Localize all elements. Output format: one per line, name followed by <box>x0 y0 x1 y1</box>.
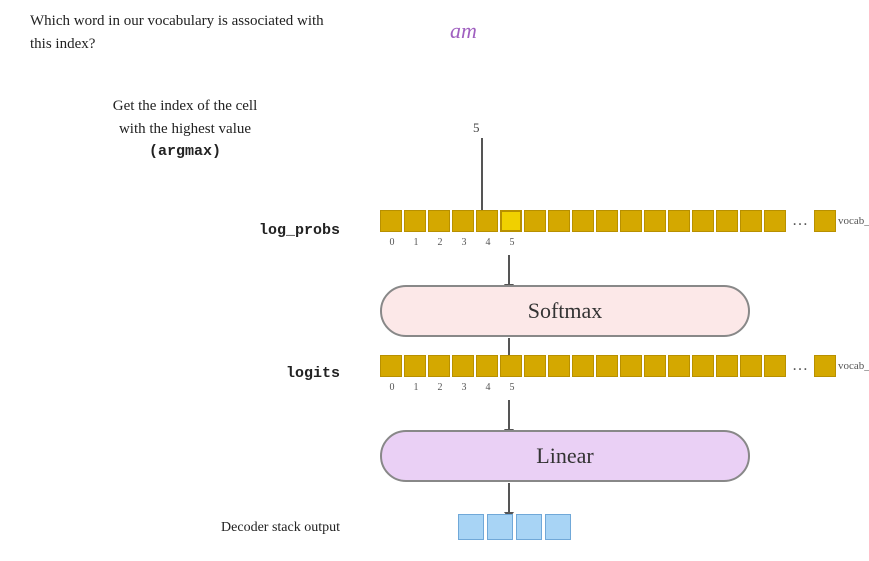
logit-idx-4: 4 <box>476 382 500 393</box>
argmax-keyword: (argmax) <box>149 143 221 160</box>
arrow-linear-to-decoder <box>508 483 510 513</box>
logit-idx-0: 0 <box>380 382 404 393</box>
cell-10 <box>620 210 642 232</box>
idx-3: 3 <box>452 237 476 248</box>
word-output: am <box>450 18 477 44</box>
arrow-logprobs-to-softmax <box>508 255 510 285</box>
diagram: am 5 … vo <box>350 0 869 561</box>
cell-7 <box>548 210 570 232</box>
softmax-label: Softmax <box>528 298 603 324</box>
logit-8 <box>572 355 594 377</box>
logit-9 <box>596 355 618 377</box>
logit-idx-3: 3 <box>452 382 476 393</box>
vocab-size-label-bot: vocab_size <box>838 360 869 372</box>
cell-16 <box>764 210 786 232</box>
cell-2 <box>428 210 450 232</box>
logit-12 <box>668 355 690 377</box>
logit-13 <box>692 355 714 377</box>
decoder-cell-0 <box>458 514 484 540</box>
cell-11 <box>644 210 666 232</box>
question-text: Which word in our vocabulary is associat… <box>30 10 340 55</box>
decoder-stack-label: Decoder stack output <box>30 520 340 536</box>
logit-16 <box>764 355 786 377</box>
decoder-cell-2 <box>516 514 542 540</box>
decoder-output-cells <box>458 514 571 540</box>
logit-2 <box>428 355 450 377</box>
index-number: 5 <box>473 120 480 136</box>
cell-3 <box>452 210 474 232</box>
decoder-cell-1 <box>487 514 513 540</box>
idx-5: 5 <box>500 237 524 248</box>
cell-12 <box>668 210 690 232</box>
cell-8 <box>572 210 594 232</box>
cell-9 <box>596 210 618 232</box>
linear-layer: Linear <box>380 430 750 482</box>
logit-7 <box>548 355 570 377</box>
logit-14 <box>716 355 738 377</box>
idx-0: 0 <box>380 237 404 248</box>
cell-14 <box>716 210 738 232</box>
argmax-line1: Get the index of the cell <box>113 98 258 114</box>
logits-label: logits <box>30 365 340 382</box>
left-column: Which word in our vocabulary is associat… <box>20 0 350 561</box>
cell-13 <box>692 210 714 232</box>
page: Which word in our vocabulary is associat… <box>0 0 869 561</box>
logit-0 <box>380 355 402 377</box>
logit-6 <box>524 355 546 377</box>
cell-5-highlight <box>500 210 522 232</box>
ellipsis-bot: … <box>792 357 808 375</box>
index-labels-bot: 0 1 2 3 4 5 <box>380 382 524 393</box>
argmax-description: Get the index of the cell with the highe… <box>30 95 340 164</box>
arrow-index-to-logprobs <box>481 138 483 214</box>
logits-cells: … vocab_size <box>380 355 869 377</box>
logit-15 <box>740 355 762 377</box>
cell-1 <box>404 210 426 232</box>
logit-4 <box>476 355 498 377</box>
logit-1 <box>404 355 426 377</box>
ellipsis-top: … <box>792 212 808 230</box>
index-labels-top: 0 1 2 3 4 5 <box>380 237 524 248</box>
cell-last <box>814 210 836 232</box>
idx-1: 1 <box>404 237 428 248</box>
logit-3 <box>452 355 474 377</box>
logit-11 <box>644 355 666 377</box>
logit-last <box>814 355 836 377</box>
log-probs-label: log_probs <box>30 222 340 239</box>
vocab-size-label-top: vocab_size <box>838 215 869 227</box>
decoder-cell-3 <box>545 514 571 540</box>
linear-label: Linear <box>536 443 593 469</box>
logit-10 <box>620 355 642 377</box>
logit-idx-1: 1 <box>404 382 428 393</box>
cell-4 <box>476 210 498 232</box>
logit-5 <box>500 355 522 377</box>
softmax-layer: Softmax <box>380 285 750 337</box>
arrow-logits-to-linear <box>508 400 510 430</box>
argmax-line2: with the highest value <box>119 121 251 137</box>
idx-2: 2 <box>428 237 452 248</box>
logit-idx-2: 2 <box>428 382 452 393</box>
cell-0 <box>380 210 402 232</box>
cell-15 <box>740 210 762 232</box>
log-probs-cells: … vocab_size <box>380 210 869 232</box>
cell-6 <box>524 210 546 232</box>
idx-4: 4 <box>476 237 500 248</box>
logit-idx-5: 5 <box>500 382 524 393</box>
